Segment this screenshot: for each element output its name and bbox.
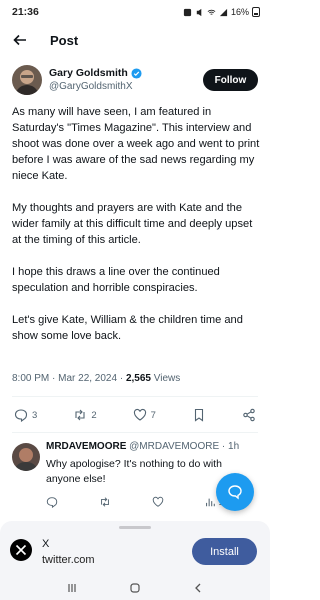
views-label: Views: [150, 373, 181, 384]
share-icon: [243, 408, 255, 422]
reply-time: · 1h: [219, 441, 240, 452]
author-text: Gary Goldsmith @GaryGoldsmithX: [49, 66, 142, 94]
reply-icon[interactable]: [46, 496, 58, 508]
battery-percent: 16%: [230, 7, 249, 17]
signal-icon: [219, 8, 228, 16]
repost-icon: [75, 409, 85, 421]
post-timestamp[interactable]: 8:00 PM · Mar 22, 2024 ·: [12, 373, 126, 384]
post-meta: 8:00 PM · Mar 22, 2024 · 2,565 Views: [12, 373, 180, 384]
divider: [12, 432, 258, 433]
heart-icon[interactable]: [152, 496, 164, 508]
app-domain: twitter.com: [42, 554, 95, 566]
status-time: 21:36: [12, 6, 39, 18]
app-name: X: [42, 538, 50, 550]
back-nav-icon[interactable]: [192, 582, 204, 594]
bookmark-icon: [194, 408, 203, 422]
drag-handle[interactable]: [119, 526, 151, 529]
author-name[interactable]: Gary Goldsmith: [49, 66, 128, 80]
compose-reply-button[interactable]: [216, 473, 254, 511]
post-paragraph: As many will have seen, I am featured in…: [12, 106, 260, 182]
status-bar: 21:36 16%: [0, 0, 270, 24]
post-paragraph: Let's give Kate, William & the children …: [12, 314, 243, 342]
reply-header: MRDAVEMOORE @MRDAVEMOORE · 1h: [46, 441, 260, 452]
divider: [12, 396, 258, 397]
reply-actions: 1.: [46, 496, 226, 508]
install-button[interactable]: Install: [192, 538, 257, 565]
post-author: Gary Goldsmith @GaryGoldsmithX Follow: [12, 64, 258, 96]
post-paragraph: My thoughts and prayers are with Kate an…: [12, 202, 253, 246]
recent-apps-icon[interactable]: [66, 582, 78, 594]
like-count: 7: [150, 409, 156, 421]
install-banner: X twitter.com Install: [0, 521, 270, 576]
repost-button[interactable]: 2: [73, 408, 97, 422]
verified-badge-icon: [131, 67, 142, 79]
post-actions: 3 2 7: [14, 408, 256, 422]
reply-button[interactable]: 3: [14, 408, 37, 422]
system-nav-bar: [0, 576, 270, 600]
post-text: As many will have seen, I am featured in…: [12, 104, 260, 360]
status-icons: 16%: [183, 7, 260, 17]
share-button[interactable]: [242, 408, 256, 422]
heart-icon: [133, 408, 146, 421]
reply-author-handle[interactable]: @MRDAVEMOORE: [129, 441, 219, 452]
post-paragraph: I hope this draws a line over the contin…: [12, 266, 220, 294]
bookmark-button[interactable]: [192, 408, 206, 422]
view-count: 2,565: [125, 373, 151, 384]
mute-icon: [196, 8, 202, 16]
wifi-icon: [207, 9, 216, 15]
reply-author-name[interactable]: MRDAVEMOORE: [46, 441, 126, 452]
reply-avatar[interactable]: [12, 443, 40, 471]
back-arrow-icon[interactable]: [12, 32, 28, 48]
reply-icon: [14, 409, 28, 422]
x-logo-icon: [10, 539, 32, 561]
views-icon: [206, 498, 216, 507]
battery-icon: [252, 7, 260, 17]
repost-icon[interactable]: [99, 496, 111, 508]
author-avatar[interactable]: [12, 65, 42, 95]
nfc-icon: [183, 8, 192, 16]
reply-count: 3: [32, 409, 38, 421]
like-button[interactable]: 7: [133, 408, 156, 422]
home-icon[interactable]: [129, 582, 141, 594]
page-title: Post: [50, 32, 79, 48]
header: Post: [0, 26, 270, 54]
author-handle[interactable]: @GaryGoldsmithX: [49, 80, 142, 94]
follow-button[interactable]: Follow: [203, 69, 258, 91]
chat-bubble-icon: [228, 485, 242, 500]
repost-count: 2: [91, 409, 97, 421]
